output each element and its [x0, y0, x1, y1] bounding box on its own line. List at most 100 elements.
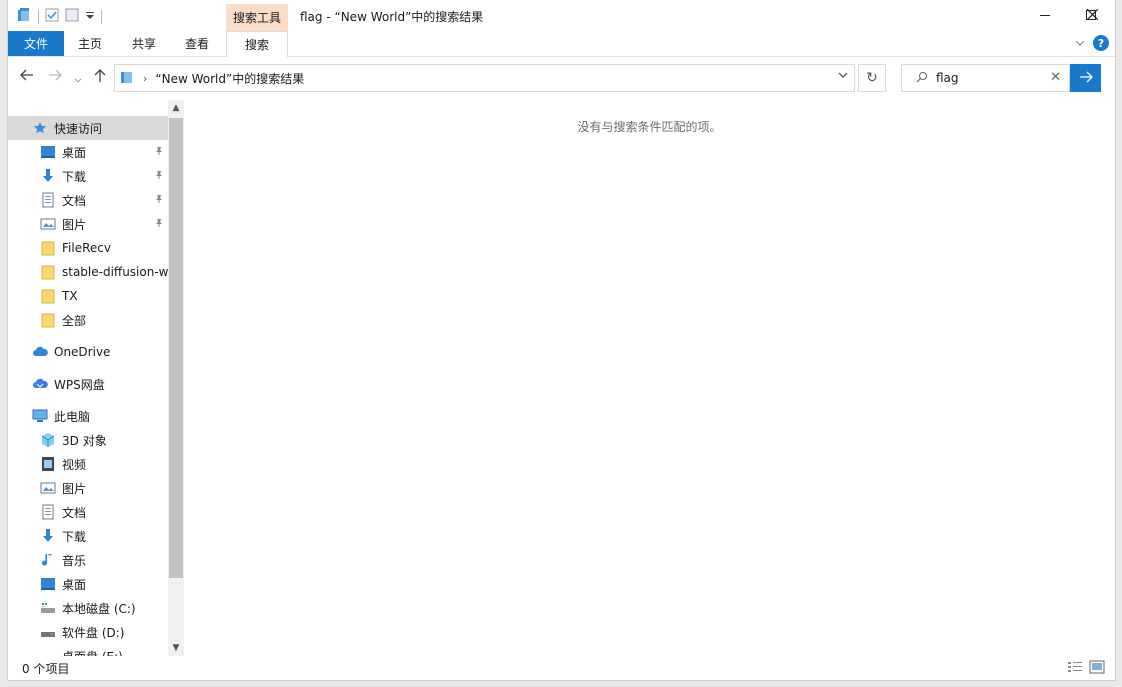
refresh-icon: ↻: [866, 70, 878, 86]
pin-icon: [154, 217, 164, 231]
help-icon[interactable]: ?: [1093, 35, 1109, 51]
search-icon: [916, 71, 928, 86]
minimize-icon: [1040, 9, 1050, 23]
expand-ribbon-chevron-icon[interactable]: [1075, 36, 1085, 50]
new-folder-icon[interactable]: [65, 8, 79, 25]
sidebar-item-label: WPS网盘: [54, 377, 105, 392]
sidebar-item[interactable]: 图片: [8, 476, 168, 500]
empty-results-message: 没有与搜索条件匹配的项。: [577, 120, 722, 134]
sidebar-item[interactable]: 桌面: [8, 572, 168, 596]
large-icons-view-icon[interactable]: [1089, 660, 1105, 677]
sidebar-item[interactable]: 软件盘 (D:): [8, 620, 168, 644]
search-go-button[interactable]: [1070, 64, 1101, 92]
download-icon: [40, 528, 56, 544]
sidebar-item-label: 桌面: [62, 145, 87, 160]
status-bar: 0 个项目: [8, 656, 1115, 680]
sidebar-item-label: 快速访问: [54, 121, 103, 136]
pin-icon: [154, 193, 164, 207]
navigation-bar: › “New World”中的搜索结果 ↻ ✕: [8, 57, 1115, 99]
sidebar-item[interactable]: 视频: [8, 452, 168, 476]
sidebar-item-label: 视频: [62, 457, 87, 472]
file-list-pane[interactable]: 没有与搜索条件匹配的项。: [184, 100, 1115, 656]
tab-home[interactable]: 主页: [64, 31, 116, 56]
3d-objects-icon: [40, 432, 56, 448]
scroll-down-icon[interactable]: ▼: [168, 640, 184, 656]
refresh-button[interactable]: ↻: [858, 64, 886, 92]
sidebar-item[interactable]: 快速访问: [8, 116, 168, 140]
sidebar-item[interactable]: 3D 对象: [8, 428, 168, 452]
search-results-location-icon: [119, 69, 135, 88]
pictures-icon: [40, 216, 56, 232]
document-icon: [40, 504, 56, 520]
sidebar-item[interactable]: stable-diffusion-we: [8, 260, 168, 284]
close-window-button[interactable]: [1069, 0, 1115, 31]
sidebar-item[interactable]: 文档: [8, 188, 168, 212]
sidebar-item[interactable]: 下载: [8, 164, 168, 188]
app-folder-icon: [16, 7, 32, 26]
search-tools-context-tab: 搜索工具: [226, 4, 288, 31]
sidebar-item-label: 桌面: [62, 577, 87, 592]
sidebar-item[interactable]: 图片: [8, 212, 168, 236]
tab-file[interactable]: 文件: [8, 31, 64, 56]
sidebar-item[interactable]: WPS网盘: [8, 372, 168, 396]
ribbon-tabs: 文件 主页 共享 查看 搜索: [8, 31, 1115, 57]
tab-search[interactable]: 搜索: [226, 31, 288, 57]
address-dropdown-chevron-icon[interactable]: [838, 71, 848, 82]
details-view-icon[interactable]: [1067, 660, 1083, 677]
sidebar-item-label: 本地磁盘 (C:): [62, 601, 136, 616]
sidebar-item-label: 3D 对象: [62, 433, 107, 448]
drive-c-icon: [40, 600, 56, 616]
folder-icon: [40, 288, 56, 304]
sidebar-item[interactable]: OneDrive: [8, 340, 168, 364]
title-bar: 搜索工具 flag - “New World”中的搜索结果: [8, 0, 1115, 31]
pictures-icon: [40, 480, 56, 496]
search-input[interactable]: [934, 70, 1038, 86]
sidebar-item-label: 音乐: [62, 553, 87, 568]
sidebar-item[interactable]: 桌面: [8, 140, 168, 164]
view-toggle: [1067, 660, 1105, 677]
scroll-thumb[interactable]: [169, 118, 183, 578]
computer-icon: [32, 408, 48, 424]
sidebar-item[interactable]: 桌面盘 (E:): [8, 644, 168, 657]
sidebar-item[interactable]: 文档: [8, 500, 168, 524]
scroll-up-icon[interactable]: ▲: [168, 100, 184, 116]
download-icon: [40, 168, 56, 184]
properties-icon[interactable]: [45, 8, 59, 25]
sidebar-item[interactable]: 此电脑: [8, 404, 168, 428]
address-bar[interactable]: › “New World”中的搜索结果: [114, 64, 855, 92]
pin-icon: [154, 145, 164, 159]
recent-locations-chevron-icon[interactable]: [74, 72, 82, 88]
sidebar-item-label: 全部: [62, 313, 87, 328]
up-arrow-icon[interactable]: [94, 69, 106, 87]
customize-qat-icon[interactable]: [85, 10, 95, 24]
sidebar-item[interactable]: 全部: [8, 308, 168, 332]
sidebar-item[interactable]: FileRecv: [8, 236, 168, 260]
sidebar-item-label: 软件盘 (D:): [62, 625, 125, 640]
item-count: 0 个项目: [22, 661, 70, 676]
clear-search-icon[interactable]: ✕: [1050, 70, 1061, 85]
sidebar-item[interactable]: 音乐: [8, 548, 168, 572]
tab-share[interactable]: 共享: [118, 31, 170, 56]
navigation-scrollbar[interactable]: ▲ ▼: [168, 100, 184, 656]
star-icon: [32, 120, 48, 136]
address-path: “New World”中的搜索结果: [155, 71, 305, 86]
sidebar-item-label: 文档: [62, 505, 87, 520]
folder-icon: [40, 312, 56, 328]
sidebar-item-label: 此电脑: [54, 409, 91, 424]
cloud-icon: [32, 344, 48, 360]
quick-access-toolbar: [16, 7, 102, 26]
sidebar-item[interactable]: 本地磁盘 (C:): [8, 596, 168, 620]
breadcrumb-chevron-icon[interactable]: ›: [143, 72, 147, 85]
tab-view[interactable]: 查看: [171, 31, 223, 56]
sidebar-item[interactable]: 下载: [8, 524, 168, 548]
forward-arrow-icon[interactable]: [48, 69, 62, 85]
sidebar-item-label: 图片: [62, 481, 87, 496]
back-arrow-icon[interactable]: [20, 69, 34, 85]
pin-icon: [154, 169, 164, 183]
video-icon: [40, 456, 56, 472]
search-box[interactable]: ✕: [901, 64, 1070, 92]
explorer-window: 搜索工具 flag - “New World”中的搜索结果 文件 主页 共享 查…: [8, 0, 1115, 680]
wps-cloud-icon: [32, 376, 48, 392]
sidebar-item[interactable]: TX: [8, 284, 168, 308]
minimize-button[interactable]: [1022, 0, 1068, 31]
